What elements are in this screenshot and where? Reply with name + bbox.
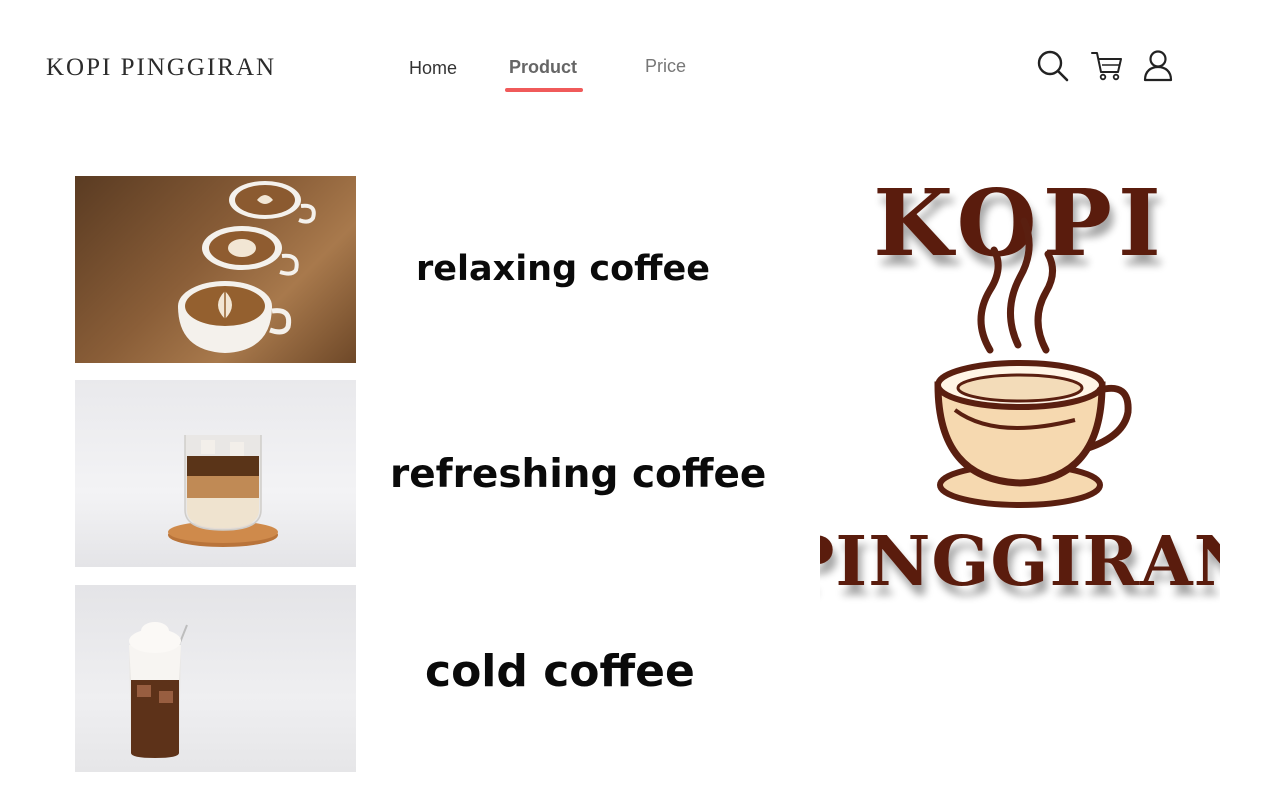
product-image-cold-coffee[interactable] xyxy=(75,585,356,772)
product-label-relaxing-coffee[interactable]: relaxing coffee xyxy=(416,249,710,289)
product-label-cold-coffee[interactable]: cold coffee xyxy=(425,646,695,697)
active-nav-indicator xyxy=(505,88,583,92)
product-image-relaxing-coffee[interactable] xyxy=(75,176,356,363)
brand-logo-text[interactable]: KOPI PINGGIRAN xyxy=(46,54,276,82)
nav-price-link[interactable]: Price xyxy=(645,56,686,77)
coffee-cup-icon xyxy=(934,360,1132,508)
latte-cup-middle xyxy=(202,226,299,276)
product-label-refreshing-coffee[interactable]: refreshing coffee xyxy=(390,452,766,497)
logo-top-text: KOPI xyxy=(873,169,1167,277)
user-icon[interactable] xyxy=(1142,49,1174,83)
kopi-pinggiran-logo: KOPI PINGGIRAN xyxy=(783,160,1255,640)
latte-cup-front xyxy=(178,281,292,353)
nav-home-link[interactable]: Home xyxy=(409,58,457,79)
product-image-refreshing-coffee[interactable] xyxy=(75,380,356,567)
search-icon[interactable] xyxy=(1036,49,1070,83)
nav-product-link[interactable]: Product xyxy=(509,57,577,78)
latte-cup-back xyxy=(229,181,316,224)
logo-bottom-text: PINGGIRAN xyxy=(820,522,1220,602)
cart-icon[interactable] xyxy=(1090,50,1124,82)
